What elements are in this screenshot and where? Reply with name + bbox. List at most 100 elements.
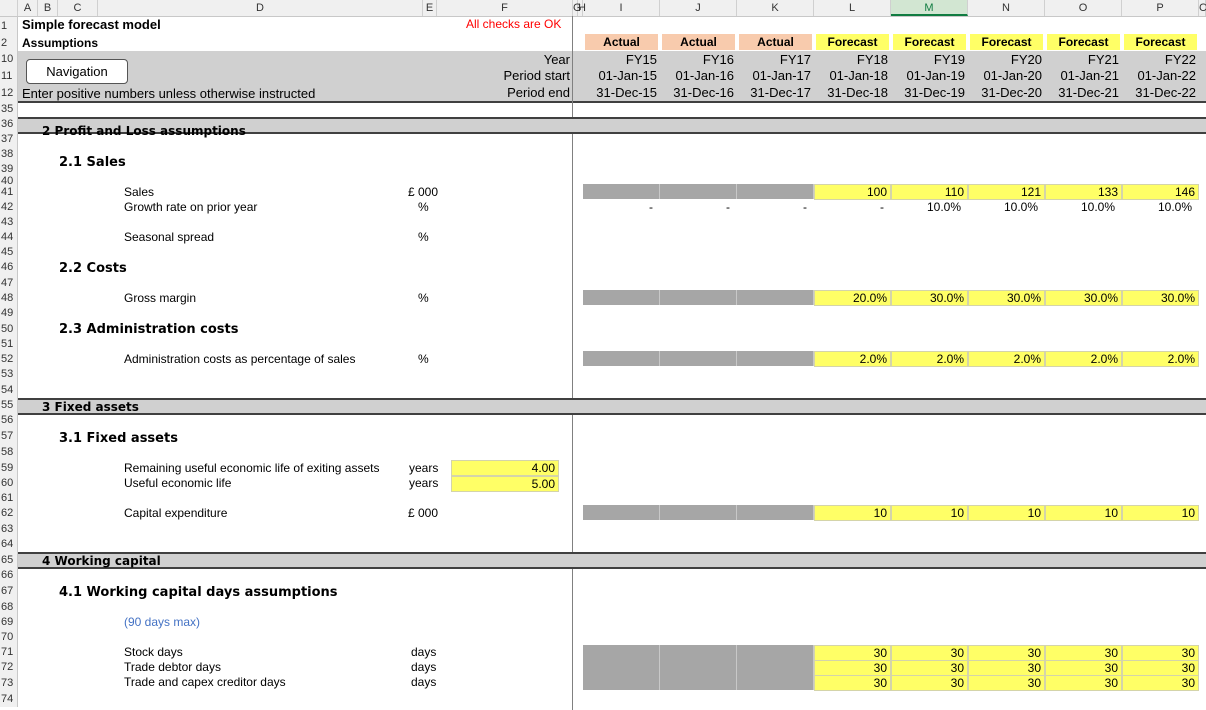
stock-forecast-input[interactable]: 30 (814, 645, 891, 661)
creditor-forecast-input[interactable]: 30 (814, 675, 891, 691)
capex-forecast-input[interactable]: 10 (814, 505, 891, 521)
gross_margin-actual-cell[interactable] (583, 290, 660, 305)
row-header[interactable]: 36 (0, 117, 18, 132)
admin-actual-cell[interactable] (737, 351, 814, 366)
useful-life-input[interactable]: 5.00 (451, 476, 559, 492)
navigation-button[interactable]: Navigation (26, 59, 128, 84)
row-header[interactable]: 67 (0, 583, 18, 599)
debtor-forecast-input[interactable]: 30 (814, 660, 891, 676)
row-header[interactable]: 2 (0, 35, 18, 51)
sales-forecast-input[interactable]: 146 (1122, 184, 1199, 200)
gross_margin-forecast-input[interactable]: 30.0% (968, 290, 1045, 306)
row-header[interactable]: 11 (0, 68, 18, 85)
gross_margin-forecast-input[interactable]: 20.0% (814, 290, 891, 306)
row-header[interactable]: 51 (0, 337, 18, 352)
gross_margin-forecast-input[interactable]: 30.0% (1122, 290, 1199, 306)
row-header[interactable]: 55 (0, 398, 18, 413)
col-header-e[interactable]: E (423, 0, 437, 16)
gross_margin-forecast-input[interactable]: 30.0% (891, 290, 968, 306)
row-header[interactable]: 66 (0, 568, 18, 583)
creditor-forecast-input[interactable]: 30 (968, 675, 1045, 691)
row-header[interactable]: 49 (0, 306, 18, 321)
row-header[interactable]: 38 (0, 147, 18, 162)
row-header[interactable]: 45 (0, 245, 18, 260)
col-header-k[interactable]: K (737, 0, 814, 16)
stock-actual-cell[interactable] (737, 645, 814, 660)
sales-forecast-input[interactable]: 100 (814, 184, 891, 200)
stock-actual-cell[interactable] (660, 645, 737, 660)
row-header[interactable]: 57 (0, 428, 18, 444)
row-header[interactable]: 62 (0, 506, 18, 521)
stock-forecast-input[interactable]: 30 (1122, 645, 1199, 661)
capex-actual-cell[interactable] (737, 505, 814, 520)
sales-actual-cell[interactable] (583, 184, 660, 199)
row-header[interactable]: 60 (0, 476, 18, 491)
admin-forecast-input[interactable]: 2.0% (1045, 351, 1122, 367)
sales-forecast-input[interactable]: 133 (1045, 184, 1122, 200)
row-header[interactable]: 63 (0, 521, 18, 537)
row-header[interactable]: 64 (0, 537, 18, 552)
col-header-b[interactable]: B (38, 0, 58, 16)
col-header-l[interactable]: L (814, 0, 891, 16)
creditor-actual-cell[interactable] (737, 675, 814, 690)
row-header[interactable]: 10 (0, 51, 18, 68)
col-header-n[interactable]: N (968, 0, 1045, 16)
col-header-p[interactable]: P (1122, 0, 1199, 16)
capex-forecast-input[interactable]: 10 (1122, 505, 1199, 521)
col-header-q[interactable]: C (1199, 0, 1206, 16)
sales-forecast-input[interactable]: 110 (891, 184, 968, 200)
row-header[interactable]: 48 (0, 291, 18, 306)
row-header[interactable]: 71 (0, 645, 18, 660)
row-header[interactable]: 52 (0, 352, 18, 367)
row-header[interactable]: 53 (0, 367, 18, 382)
row-header[interactable]: 43 (0, 215, 18, 230)
select-all-corner[interactable] (0, 0, 18, 16)
col-header-c[interactable]: C (58, 0, 98, 16)
capex-forecast-input[interactable]: 10 (891, 505, 968, 521)
row-header[interactable]: 41 (0, 185, 18, 200)
gross_margin-actual-cell[interactable] (660, 290, 737, 305)
capex-forecast-input[interactable]: 10 (968, 505, 1045, 521)
row-header[interactable]: 12 (0, 85, 18, 101)
remaining-life-input[interactable]: 4.00 (451, 460, 559, 476)
gross_margin-forecast-input[interactable]: 30.0% (1045, 290, 1122, 306)
debtor-actual-cell[interactable] (660, 660, 737, 675)
debtor-actual-cell[interactable] (583, 660, 660, 675)
row-header[interactable]: 42 (0, 200, 18, 215)
row-header[interactable]: 70 (0, 630, 18, 645)
stock-forecast-input[interactable]: 30 (1045, 645, 1122, 661)
debtor-forecast-input[interactable]: 30 (891, 660, 968, 676)
creditor-forecast-input[interactable]: 30 (891, 675, 968, 691)
row-header[interactable]: 46 (0, 260, 18, 275)
row-header[interactable]: 56 (0, 413, 18, 428)
admin-forecast-input[interactable]: 2.0% (814, 351, 891, 367)
col-header-a[interactable]: A (18, 0, 38, 16)
debtor-actual-cell[interactable] (737, 660, 814, 675)
capex-forecast-input[interactable]: 10 (1045, 505, 1122, 521)
sales-forecast-input[interactable]: 121 (968, 184, 1045, 200)
debtor-forecast-input[interactable]: 30 (1045, 660, 1122, 676)
capex-actual-cell[interactable] (660, 505, 737, 520)
col-header-o[interactable]: O (1045, 0, 1122, 16)
col-header-f[interactable]: F (437, 0, 573, 16)
admin-forecast-input[interactable]: 2.0% (891, 351, 968, 367)
row-header[interactable]: 73 (0, 675, 18, 691)
row-header[interactable]: 61 (0, 491, 18, 506)
stock-forecast-input[interactable]: 30 (891, 645, 968, 661)
creditor-forecast-input[interactable]: 30 (1122, 675, 1199, 691)
row-header[interactable]: 37 (0, 132, 18, 147)
gross_margin-actual-cell[interactable] (737, 290, 814, 305)
col-header-j[interactable]: J (660, 0, 737, 16)
row-header[interactable]: 1 (0, 17, 18, 35)
admin-forecast-input[interactable]: 2.0% (1122, 351, 1199, 367)
row-header[interactable]: 35 (0, 101, 18, 117)
col-header-m[interactable]: M (891, 0, 968, 16)
row-header[interactable]: 44 (0, 230, 18, 245)
admin-forecast-input[interactable]: 2.0% (968, 351, 1045, 367)
row-header[interactable]: 59 (0, 461, 18, 476)
row-header[interactable]: 69 (0, 615, 18, 630)
row-header[interactable]: 74 (0, 691, 18, 707)
creditor-actual-cell[interactable] (583, 675, 660, 690)
row-header[interactable]: 72 (0, 660, 18, 675)
capex-actual-cell[interactable] (583, 505, 660, 520)
